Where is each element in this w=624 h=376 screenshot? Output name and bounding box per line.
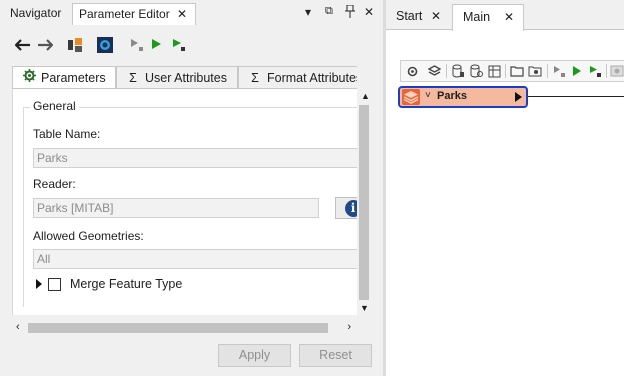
- tab-user-attributes[interactable]: Σ User Attributes: [116, 66, 238, 88]
- feature-type-icon: [402, 89, 420, 105]
- close-icon[interactable]: ✕: [431, 4, 441, 28]
- scroll-right-icon[interactable]: ›: [347, 321, 351, 333]
- tab-start[interactable]: Start ✕: [386, 4, 450, 30]
- canvas-tab-bar: Start ✕ Main ✕: [386, 0, 624, 31]
- pin-icon[interactable]: [345, 4, 355, 21]
- feature-type-node-parks[interactable]: ˅ Parks: [398, 86, 528, 108]
- allowed-geometries-field[interactable]: All: [33, 249, 363, 269]
- close-icon[interactable]: ✕: [177, 4, 187, 24]
- run-from-this-icon[interactable]: [587, 63, 603, 79]
- tab-parameters[interactable]: Parameters: [12, 66, 116, 88]
- folder-icon[interactable]: [509, 63, 525, 79]
- output-port-icon[interactable]: [515, 92, 522, 102]
- sigma-icon: Σ: [129, 71, 137, 85]
- tab-parameter-editor[interactable]: Parameter Editor ✕: [72, 3, 196, 25]
- tab-navigator[interactable]: Navigator: [4, 3, 67, 25]
- table-name-label: Table Name:: [33, 127, 101, 141]
- run-to-this-icon[interactable]: [128, 36, 146, 54]
- merge-feature-type-checkbox[interactable]: [48, 277, 61, 291]
- transformer-gallery-icon[interactable]: [66, 36, 84, 54]
- run-icon[interactable]: [569, 63, 585, 79]
- dropdown-icon[interactable]: ▾: [305, 5, 311, 19]
- vertical-scrollbar[interactable]: ▲ ▼: [357, 89, 373, 315]
- connection-line[interactable]: [528, 96, 624, 97]
- close-icon[interactable]: ✕: [364, 5, 374, 19]
- reader-label: Reader:: [33, 177, 76, 191]
- chevron-down-icon[interactable]: ˅: [425, 90, 431, 101]
- pane-tab-bar: Navigator Parameter Editor ✕ ▾ ⧉ ✕: [0, 0, 383, 27]
- group-title: General: [30, 99, 79, 113]
- parameters-panel: General Table Name: Parks Reader: Parks …: [12, 89, 371, 315]
- feature-type-toolbar: [400, 60, 624, 82]
- scroll-thumb[interactable]: [28, 323, 328, 333]
- tab-main[interactable]: Main ✕: [452, 4, 524, 31]
- allowed-geometries-label: Allowed Geometries:: [33, 229, 144, 243]
- database-icon[interactable]: [450, 63, 466, 79]
- scroll-down-icon[interactable]: ▼: [360, 303, 369, 313]
- scroll-left-icon[interactable]: ‹: [16, 321, 20, 333]
- apply-button[interactable]: Apply: [218, 344, 291, 367]
- forward-arrow-icon[interactable]: [36, 36, 54, 54]
- expand-icon[interactable]: [36, 279, 42, 289]
- reader-field[interactable]: Parks [MITAB]: [33, 198, 319, 218]
- canvas-pane: Start ✕ Main ✕ ˅ Parks: [386, 0, 624, 376]
- feature-type-name: Parks: [437, 90, 467, 102]
- editor-toolbar: [14, 36, 214, 58]
- tab-format-attributes[interactable]: Σ Format Attributes: [238, 66, 357, 88]
- sigma-icon: Σ: [251, 71, 259, 85]
- table-name-field[interactable]: Parks: [33, 148, 363, 168]
- close-icon[interactable]: ✕: [504, 5, 514, 29]
- gear-icon: [21, 67, 37, 88]
- back-arrow-icon[interactable]: [14, 36, 32, 54]
- preview-icon[interactable]: [609, 63, 624, 79]
- inspector-icon[interactable]: [96, 36, 114, 54]
- view-icon[interactable]: [527, 63, 543, 79]
- scroll-up-icon[interactable]: ▲: [361, 91, 370, 101]
- merge-feature-type-row: Merge Feature Type: [36, 277, 182, 291]
- scroll-thumb[interactable]: [359, 105, 369, 300]
- layers-icon[interactable]: [426, 63, 442, 79]
- table-icon[interactable]: [486, 63, 502, 79]
- parameter-editor-pane: Navigator Parameter Editor ✕ ▾ ⧉ ✕ Param…: [0, 0, 383, 376]
- run-from-this-icon[interactable]: [170, 36, 188, 54]
- database-settings-icon[interactable]: [468, 63, 484, 79]
- run-icon[interactable]: [148, 36, 166, 54]
- merge-feature-type-label: Merge Feature Type: [70, 277, 183, 291]
- parameter-tabs: Parameters Σ User Attributes Σ Format Attr…: [12, 66, 357, 89]
- run-to-this-icon[interactable]: [551, 63, 567, 79]
- horizontal-scrollbar[interactable]: ‹ ›: [12, 320, 357, 336]
- restore-icon[interactable]: ⧉: [325, 5, 333, 18]
- gear-icon[interactable]: [404, 63, 420, 79]
- reset-button[interactable]: Reset: [299, 344, 372, 367]
